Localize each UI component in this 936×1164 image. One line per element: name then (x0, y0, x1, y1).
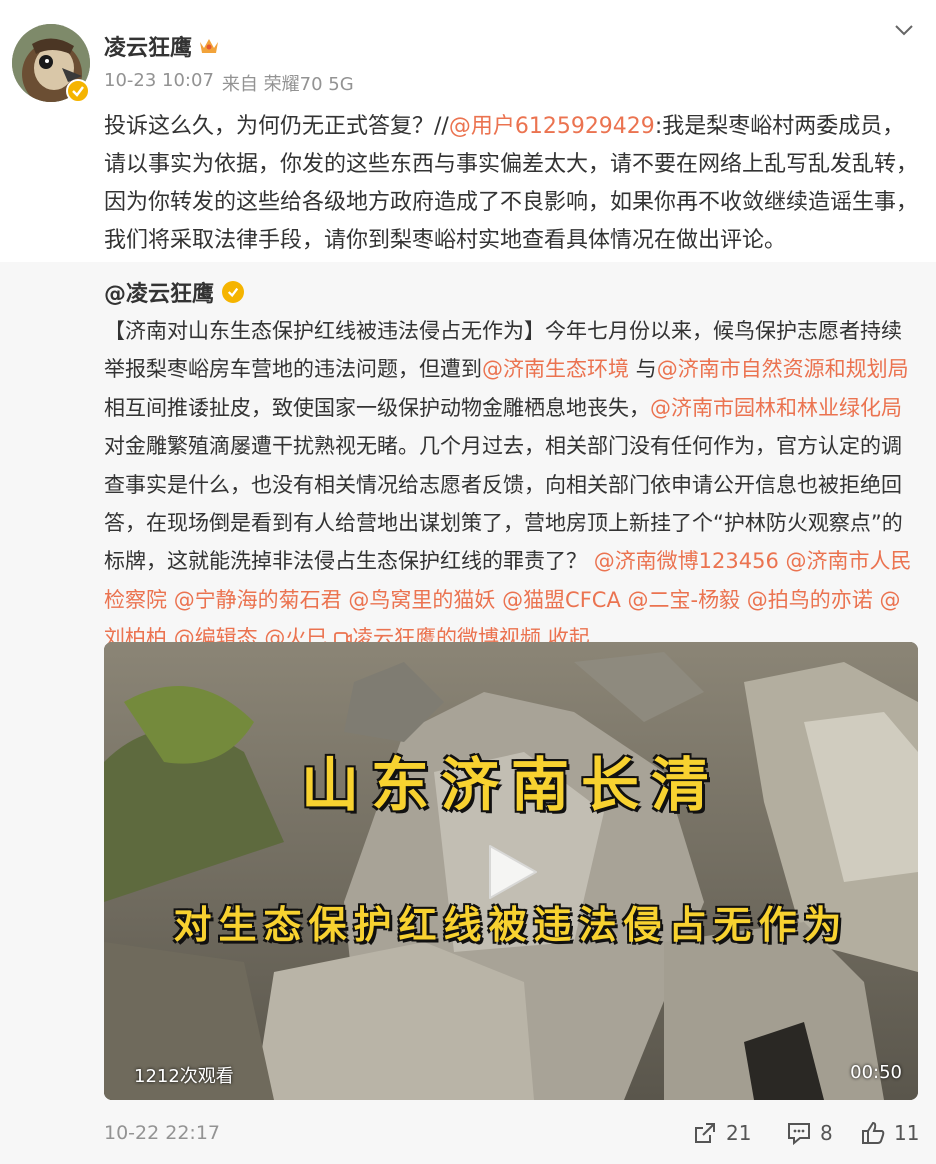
mention-link[interactable]: @济南微博123456 (594, 549, 779, 573)
original-text-segment: 对金雕繁殖滴屡遭干扰熟视无睹。几个月过去，相关部门没有任何作为，官方认定的调查事… (104, 434, 903, 574)
video-player[interactable]: 山东济南长清 对生态保护红线被违法侵占无作为 1212次观看 00:50 (104, 642, 918, 1100)
original-timestamp[interactable]: 10-22 22:17 (104, 1122, 220, 1144)
weibo-post: 凌云狂鹰 10-23 10:07 来自 荣耀70 5G 投诉这么久，为何仍无正式… (0, 0, 936, 1164)
mention-link[interactable]: @济南市自然资源和规划局 (657, 357, 909, 381)
like-count: 11 (894, 1121, 920, 1145)
mention-link[interactable]: @用户6125929429 (449, 114, 655, 139)
comment-button[interactable]: 8 (786, 1120, 833, 1146)
comment-count: 8 (820, 1121, 833, 1145)
mention-link[interactable]: @宁静海的菊石君 (174, 588, 342, 612)
post-text: 投诉这么久，为何仍无正式答复？//@用户6125929429:我是梨枣峪村两委成… (104, 108, 924, 260)
crown-icon (200, 39, 219, 53)
video-title-sub: 对生态保护红线被违法侵占无作为 (173, 902, 849, 947)
comment-icon (788, 1123, 810, 1146)
reposted-content: @凌云狂鹰 【济南对山东生态保护红线被违法侵占无作为】今年七月份以来，候鸟保护志… (0, 262, 936, 1164)
video-view-count: 1212次观看 (134, 1066, 234, 1087)
video-duration: 00:50 (850, 1062, 902, 1083)
post-text-before: 投诉这么久，为何仍无正式答复？// (104, 114, 449, 139)
post-meta: 10-23 10:07 来自 荣耀70 5G (104, 70, 354, 96)
post-timestamp[interactable]: 10-23 10:07 (104, 70, 214, 96)
original-footer: 10-22 22:17 21 8 11 (0, 1116, 936, 1156)
mention-link[interactable]: @拍鸟的亦诺 (747, 588, 873, 612)
mention-link[interactable]: @济南市园林和林业绿化局 (650, 396, 902, 420)
like-button[interactable]: 11 (860, 1120, 919, 1146)
mention-link[interactable]: @鸟窝里的猫妖 (348, 588, 495, 612)
post-source: 来自 荣耀70 5G (221, 74, 354, 95)
repost-count: 21 (726, 1121, 752, 1145)
verified-icon (222, 281, 245, 303)
original-text-segment: 与 (629, 357, 657, 382)
mention-link[interactable]: @二宝-杨毅 (628, 588, 741, 612)
mention-link[interactable]: @猫盟CFCA (502, 588, 621, 612)
chevron-down-icon[interactable] (892, 20, 916, 40)
original-author-name[interactable]: @凌云狂鹰 (104, 276, 214, 308)
verified-icon (66, 79, 90, 103)
original-text-segment: 相互间推诿扯皮，致使国家一级保护动物金雕栖息地丧失， (104, 395, 650, 420)
author-name[interactable]: 凌云狂鹰 (104, 30, 220, 62)
original-text: 【济南对山东生态保护红线被违法侵占无作为】今年七月份以来，候鸟保护志愿者持续举报… (104, 312, 920, 658)
like-icon (862, 1121, 885, 1144)
repost-icon (695, 1123, 715, 1143)
play-icon[interactable] (484, 842, 540, 902)
repost-button[interactable]: 21 (692, 1120, 751, 1146)
mention-link[interactable]: @济南生态环境 (482, 357, 629, 381)
original-author[interactable]: @凌云狂鹰 (104, 276, 245, 308)
author-name-text[interactable]: 凌云狂鹰 (104, 30, 192, 62)
video-title-main: 山东济南长清 (300, 751, 721, 819)
